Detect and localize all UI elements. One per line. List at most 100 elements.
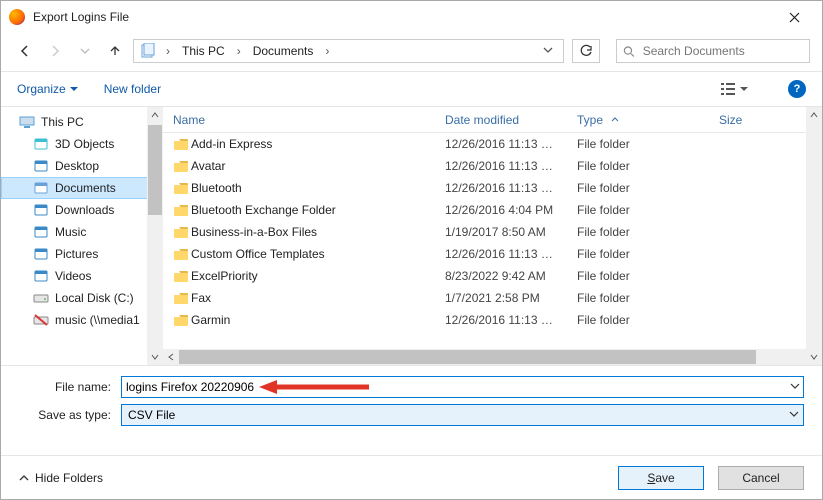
- help-button[interactable]: ?: [788, 80, 806, 98]
- folder-icon: [173, 225, 191, 239]
- horizontal-scrollbar[interactable]: [163, 349, 822, 365]
- list-item[interactable]: Business-in-a-Box Files1/19/2017 8:50 AM…: [163, 221, 822, 243]
- address-bar[interactable]: › This PC › Documents ›: [133, 39, 564, 63]
- folder-icon: [173, 247, 191, 261]
- tree-item[interactable]: Local Disk (C:): [1, 287, 163, 309]
- tree-item[interactable]: Desktop: [1, 155, 163, 177]
- organize-menu[interactable]: Organize: [17, 82, 78, 96]
- file-list[interactable]: Name Date modified Type Size Add-in Expr…: [163, 107, 822, 365]
- list-item[interactable]: Avatar12/26/2016 11:13 …File folder: [163, 155, 822, 177]
- folder-icon: [173, 269, 191, 283]
- scroll-up-button[interactable]: [806, 107, 822, 123]
- list-item[interactable]: Bluetooth12/26/2016 11:13 …File folder: [163, 177, 822, 199]
- save-as-type-combo[interactable]: CSV File: [121, 404, 804, 426]
- chevron-down-icon: [789, 409, 799, 419]
- search-icon: [623, 45, 635, 58]
- cancel-button[interactable]: Cancel: [718, 466, 804, 490]
- folder-icon: [173, 181, 191, 195]
- list-item[interactable]: Fax1/7/2021 2:58 PMFile folder: [163, 287, 822, 309]
- folder-icon: [173, 159, 191, 173]
- refresh-button[interactable]: [572, 39, 600, 63]
- chevron-right-icon: ›: [233, 44, 245, 58]
- item-date: 12/26/2016 4:04 PM: [445, 203, 577, 217]
- item-type: File folder: [577, 247, 719, 261]
- save-as-type-label: Save as type:: [19, 408, 121, 422]
- item-date: 12/26/2016 11:13 …: [445, 159, 577, 173]
- organize-label: Organize: [17, 82, 66, 96]
- item-type: File folder: [577, 269, 719, 283]
- scroll-down-button[interactable]: [147, 349, 163, 365]
- item-type: File folder: [577, 291, 719, 305]
- nav-up-button[interactable]: [103, 39, 127, 63]
- tree-item[interactable]: music (\\media1: [1, 309, 163, 331]
- hide-folders-label: Hide Folders: [35, 471, 103, 485]
- nav-forward-button[interactable]: [43, 39, 67, 63]
- column-type[interactable]: Type: [577, 113, 719, 127]
- item-name: Bluetooth: [191, 181, 445, 195]
- scrollbar-thumb[interactable]: [148, 125, 162, 215]
- search-input[interactable]: [641, 43, 803, 59]
- list-item[interactable]: Bluetooth Exchange Folder12/26/2016 4:04…: [163, 199, 822, 221]
- close-button[interactable]: [774, 1, 814, 33]
- arrow-up-icon: [108, 44, 122, 58]
- item-name: Business-in-a-Box Files: [191, 225, 445, 239]
- folder-icon: [173, 291, 191, 305]
- scroll-down-button[interactable]: [806, 349, 822, 365]
- item-name: Add-in Express: [191, 137, 445, 151]
- tree-item-label: music (\\media1: [55, 313, 140, 327]
- item-name: Avatar: [191, 159, 445, 173]
- file-name-history-button[interactable]: [790, 380, 800, 394]
- list-item[interactable]: Custom Office Templates12/26/2016 11:13 …: [163, 243, 822, 265]
- recent-locations-button[interactable]: [73, 39, 97, 63]
- scrollbar-thumb[interactable]: [179, 350, 756, 364]
- item-type: File folder: [577, 181, 719, 195]
- tree-item[interactable]: Downloads: [1, 199, 163, 221]
- breadcrumb-root[interactable]: This PC: [180, 44, 227, 58]
- list-item[interactable]: ExcelPriority8/23/2022 9:42 AMFile folde…: [163, 265, 822, 287]
- item-type: File folder: [577, 313, 719, 327]
- item-date: 12/26/2016 11:13 …: [445, 137, 577, 151]
- tree-item-label: Music: [55, 225, 86, 239]
- tree-item-label: 3D Objects: [55, 137, 114, 151]
- tree-item-label: Local Disk (C:): [55, 291, 134, 305]
- item-date: 1/19/2017 8:50 AM: [445, 225, 577, 239]
- tree-item-label: Pictures: [55, 247, 98, 261]
- tree-item[interactable]: Pictures: [1, 243, 163, 265]
- vertical-scrollbar[interactable]: [806, 107, 822, 365]
- breadcrumb-folder[interactable]: Documents: [251, 44, 316, 58]
- list-item[interactable]: Add-in Express12/26/2016 11:13 …File fol…: [163, 133, 822, 155]
- folder-icon: [173, 203, 191, 217]
- tree-item-label: Desktop: [55, 159, 99, 173]
- tree-item[interactable]: 3D Objects: [1, 133, 163, 155]
- tree-item[interactable]: This PC: [1, 111, 163, 133]
- column-date[interactable]: Date modified: [445, 113, 577, 127]
- scroll-left-button[interactable]: [163, 349, 179, 365]
- folder-icon: [173, 137, 191, 151]
- tree-item[interactable]: Music: [1, 221, 163, 243]
- column-size[interactable]: Size: [719, 113, 819, 127]
- scroll-up-button[interactable]: [147, 107, 163, 123]
- new-folder-button[interactable]: New folder: [104, 82, 161, 96]
- save-button[interactable]: Save: [618, 466, 704, 490]
- folder-icon: [173, 313, 191, 327]
- column-headers: Name Date modified Type Size: [163, 107, 822, 133]
- tree-scrollbar[interactable]: [147, 107, 163, 365]
- file-name-input[interactable]: [121, 376, 804, 398]
- navigation-tree[interactable]: This PC 3D Objects Desktop Documents Downloa…: [1, 107, 163, 365]
- chevron-left-icon: [167, 353, 175, 361]
- search-box[interactable]: [616, 39, 810, 63]
- tree-item-label: Downloads: [55, 203, 114, 217]
- close-icon: [789, 12, 800, 23]
- tree-item[interactable]: Videos: [1, 265, 163, 287]
- tree-item-label: Documents: [55, 181, 116, 195]
- list-item[interactable]: Garmin12/26/2016 11:13 …File folder: [163, 309, 822, 331]
- column-name[interactable]: Name: [173, 113, 445, 127]
- chevron-up-icon: [151, 111, 159, 119]
- chevron-down-icon: [810, 353, 818, 361]
- tree-item[interactable]: Documents: [1, 177, 163, 199]
- nav-back-button[interactable]: [13, 39, 37, 63]
- view-options-button[interactable]: [717, 80, 752, 98]
- address-history-button[interactable]: [539, 44, 557, 58]
- hide-folders-button[interactable]: Hide Folders: [19, 471, 103, 485]
- chevron-right-icon: ›: [162, 44, 174, 58]
